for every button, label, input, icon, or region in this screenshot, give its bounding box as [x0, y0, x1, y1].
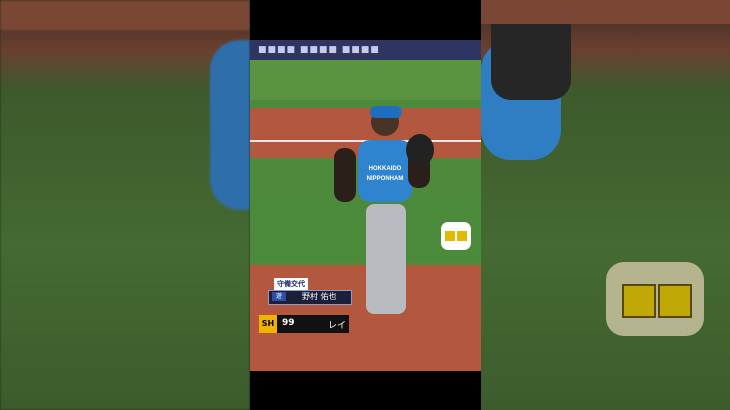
emoji-face-right [457, 231, 467, 241]
game-viewport: ■■■■ ■■■■ ■■■■ HOKKAIDO NIPPONHAM [250, 0, 481, 410]
player-character: HOKKAIDO NIPPONHAM [334, 106, 434, 314]
emoji-face-left [445, 231, 455, 241]
team-logo-icon: SH [259, 315, 277, 333]
batter-number: 99 [282, 318, 295, 328]
substitution-title: 守備交代 [274, 278, 308, 290]
position-badge: 遊 [272, 292, 286, 301]
left-arm [334, 148, 356, 202]
grass-stripe [250, 60, 481, 100]
emoji-face-left [622, 284, 656, 318]
blurred-dirt [0, 0, 250, 30]
emoji-face-right [658, 284, 692, 318]
batter-name: レイ [328, 321, 347, 331]
blurred-background-left [0, 0, 250, 410]
stadium-banner: ■■■■ ■■■■ ■■■■ [250, 40, 481, 60]
glove [406, 134, 434, 166]
blurred-background-right [481, 0, 730, 410]
pants [366, 204, 406, 314]
blurred-emoji-bubble-icon [606, 262, 704, 336]
chat-emoji-bubble-icon[interactable] [441, 222, 471, 250]
svg-text:NIPPONHAM: NIPPONHAM [367, 176, 404, 182]
blurred-dirt-right [481, 0, 730, 24]
blurred-player-arm [210, 40, 250, 210]
substitution-player-name: 野村 佑也 [302, 292, 337, 301]
svg-text:HOKKAIDO: HOKKAIDO [369, 166, 402, 172]
cap [370, 106, 402, 118]
